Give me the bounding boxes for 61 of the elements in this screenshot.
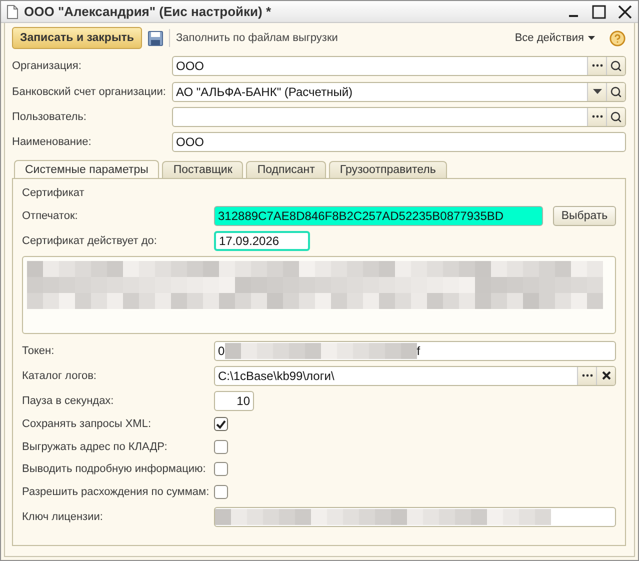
input-field[interactable]: ООО [172, 56, 626, 76]
field-label: Отпечаток: [22, 210, 79, 222]
field-label: Ключ лицензии: [22, 510, 104, 522]
tab[interactable]: Грузоотправитель [328, 161, 447, 178]
choose-button[interactable]: Выбрать [553, 206, 616, 226]
input-field[interactable]: ООО [172, 132, 626, 152]
search-icon [610, 110, 622, 122]
choose-button[interactable] [587, 56, 606, 74]
checkbox[interactable] [214, 484, 228, 499]
maximize-icon[interactable] [592, 4, 606, 18]
choose-button[interactable] [587, 108, 606, 126]
tab[interactable]: Подписант [246, 161, 326, 178]
ellipsis-icon [592, 115, 602, 118]
search-icon [610, 60, 622, 72]
field-label: Токен: [22, 344, 56, 356]
field-label: Каталог логов: [22, 370, 98, 382]
window-title: ООО "Александрия" (Еис настройки) * [24, 4, 272, 19]
section-heading: Сертификат [22, 186, 86, 198]
save-and-close-button[interactable]: Записать и закрыть [12, 27, 142, 49]
input-field[interactable] [172, 106, 626, 126]
checkbox[interactable] [214, 417, 228, 432]
search-icon [610, 86, 622, 98]
license-key-field[interactable] [214, 506, 616, 526]
search-button[interactable] [606, 82, 625, 100]
search-button[interactable] [606, 108, 625, 126]
dropdown-arrow-icon [592, 89, 602, 94]
ellipsis-icon [582, 374, 592, 377]
checkbox[interactable] [214, 440, 228, 454]
help-icon[interactable] [609, 30, 626, 46]
field-label: Банковский счет организации: [12, 86, 167, 98]
thumbprint-field[interactable]: 312889C7AE8D846F8B2C257AD52235B0877935BD [214, 206, 543, 226]
checkbox[interactable] [214, 462, 228, 476]
fill-from-files-button[interactable]: Заполнить по файлам выгрузки [176, 32, 509, 44]
field-label: Выгружать адрес по КЛАДР: [22, 440, 168, 453]
field-label: Разрешить расхождения по суммам: [22, 486, 210, 498]
token-field[interactable]: 0 f [214, 340, 616, 360]
caret-icon [588, 36, 595, 40]
date-field[interactable]: 17.09.2026 [214, 231, 310, 251]
field-label: Выводить подробную информацию: [22, 463, 207, 476]
field-label: Сертификат действует до: [22, 235, 158, 247]
clear-button[interactable] [596, 366, 615, 384]
checkmark-icon [216, 420, 226, 429]
ellipsis-icon [592, 64, 602, 67]
field-label: Пользователь: [12, 110, 88, 122]
close-icon[interactable] [618, 4, 632, 18]
field-label: Сохранять запросы XML: [22, 418, 152, 430]
tab[interactable]: Системные параметры [14, 160, 160, 179]
field-label: Организация: [12, 60, 82, 72]
field-label: Пауза в секундах: [22, 394, 115, 406]
search-button[interactable] [606, 56, 625, 74]
tab[interactable]: Поставщик [162, 161, 244, 178]
document-icon [7, 4, 18, 18]
all-actions-menu[interactable]: Все действия [514, 32, 595, 44]
save-icon[interactable] [148, 30, 163, 46]
number-field[interactable]: 10 [214, 390, 254, 410]
path-field[interactable]: C:\1cBase\kb99\логи\ [214, 366, 616, 386]
close-icon [602, 371, 610, 380]
choose-button[interactable] [577, 366, 596, 384]
input-field[interactable]: АО "АЛЬФА-БАНК" (Расчетный) [172, 82, 626, 102]
field-label: Наименование: [12, 136, 92, 148]
dropdown-button[interactable] [587, 82, 606, 100]
